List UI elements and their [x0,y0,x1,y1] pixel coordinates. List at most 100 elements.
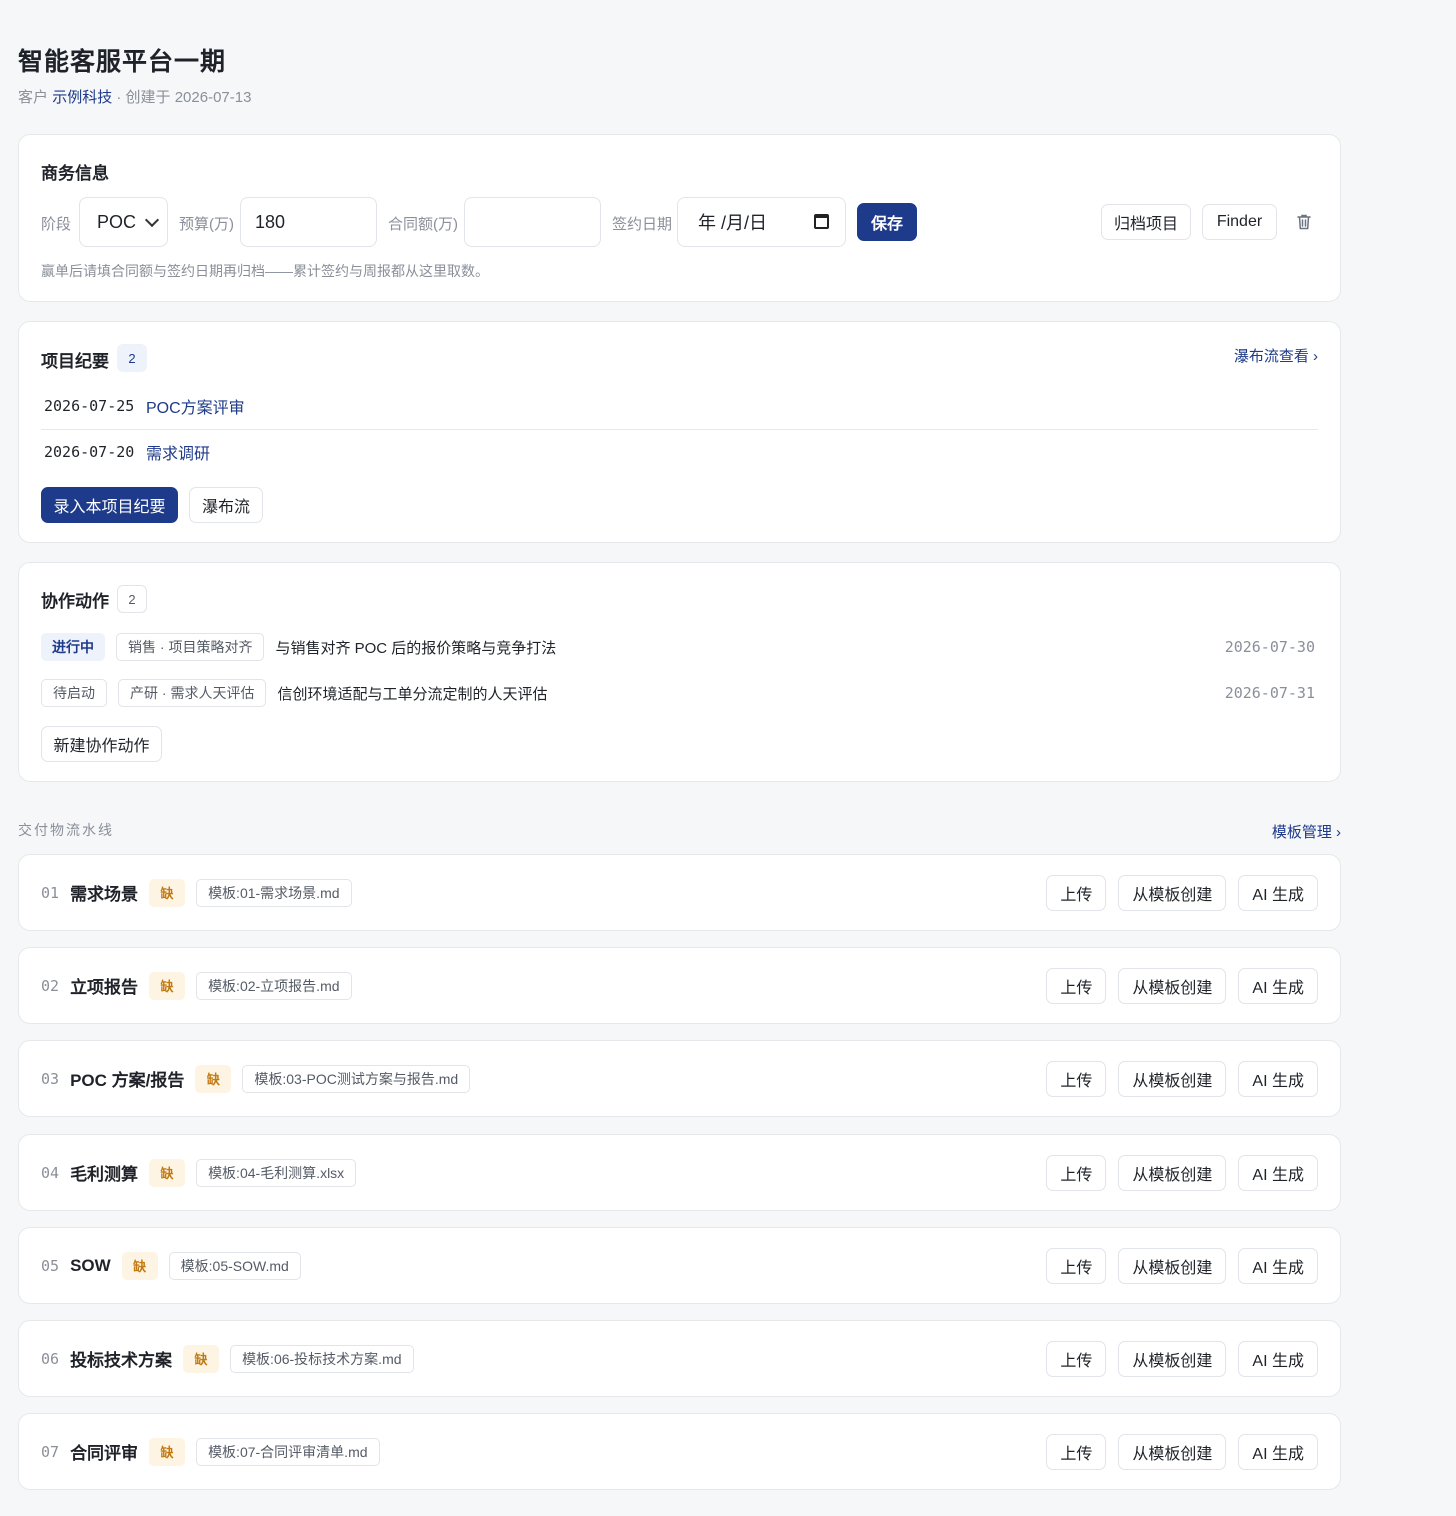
new-action-button[interactable]: 新建协作动作 [41,726,162,762]
contract-amount-input[interactable] [464,197,601,247]
create-from-template-button[interactable]: 从模板创建 [1118,1434,1227,1470]
save-button[interactable]: 保存 [857,203,917,241]
stage-name: SOW [70,1255,111,1275]
template-tag[interactable]: 模板:07-合同评审清单.md [196,1437,380,1466]
stage-name: 合同评审 [70,1444,139,1463]
ai-generate-button[interactable]: AI 生成 [1238,875,1318,911]
ai-generate-button[interactable]: AI 生成 [1238,1155,1318,1191]
action-text: 信创环境适配与工单分流定制的人天评估 [277,685,548,703]
stage-number: 01 [41,883,60,902]
stage-name: POC 方案/报告 [70,1071,185,1090]
waterfall-view-link[interactable]: 瀑布流查看 › [1234,345,1318,366]
stage-actions: 上传 从模板创建 AI 生成 [1046,1434,1318,1470]
stage-number: 02 [41,976,60,995]
action-item[interactable]: 进行中 销售 · 项目策略对齐 与销售对齐 POC 后的报价策略与竞争打法 20… [41,632,1315,662]
ai-generate-button[interactable]: AI 生成 [1238,1434,1318,1470]
customer-prefix: 客户 [18,89,49,106]
finder-button[interactable]: Finder [1202,204,1277,240]
template-tag[interactable]: 模板:01-需求场景.md [196,878,352,907]
create-from-template-button[interactable]: 从模板创建 [1118,1061,1227,1097]
missing-badge: 缺 [149,971,186,1000]
budget-label: 预算(万) [179,216,234,233]
missing-badge: 缺 [149,1437,186,1466]
actions-title: 协作动作 [41,592,109,611]
actions-count-badge: 2 [117,585,147,613]
ai-generate-button[interactable]: AI 生成 [1238,968,1318,1004]
minutes-count-badge: 2 [117,344,147,372]
create-from-template-button[interactable]: 从模板创建 [1118,1155,1227,1191]
ai-generate-button[interactable]: AI 生成 [1238,1061,1318,1097]
upload-button[interactable]: 上传 [1046,875,1107,911]
waterfall-button[interactable]: 瀑布流 [189,487,263,523]
budget-value: 180 [255,211,286,232]
minute-date: 2026-07-25 [44,397,135,415]
missing-badge: 缺 [149,878,186,907]
stage-select[interactable]: POC [79,197,168,247]
sign-date-label: 签约日期 [612,216,673,233]
stage-name: 需求场景 [70,885,139,904]
missing-badge: 缺 [121,1251,158,1280]
create-from-template-button[interactable]: 从模板创建 [1118,1248,1227,1284]
stage-number: 07 [41,1442,60,1461]
missing-badge: 缺 [183,1344,220,1373]
template-tag[interactable]: 模板:02-立项报告.md [196,971,352,1000]
stage-card: 03 POC 方案/报告 缺 模板:03-POC测试方案与报告.md 上传 从模… [18,1040,1341,1117]
contract-label: 合同额(万) [388,216,458,233]
upload-button[interactable]: 上传 [1046,1155,1107,1191]
template-tag[interactable]: 模板:03-POC测试方案与报告.md [242,1064,471,1093]
stage-card: 07 合同评审 缺 模板:07-合同评审清单.md 上传 从模板创建 AI 生成 [18,1413,1341,1490]
stage-actions: 上传 从模板创建 AI 生成 [1046,1248,1318,1284]
trash-icon [1297,214,1311,230]
template-tag[interactable]: 模板:04-毛利测算.xlsx [196,1158,357,1187]
template-tag[interactable]: 模板:06-投标技术方案.md [230,1344,414,1373]
status-badge: 待启动 [41,679,107,707]
created-date: · 创建于 2026-07-13 [116,89,252,106]
minute-title-link[interactable]: 需求调研 [146,440,210,464]
stage-actions: 上传 从模板创建 AI 生成 [1046,968,1318,1004]
sign-date-placeholder: 年 /月/日 [698,213,768,233]
stage-actions: 上传 从模板创建 AI 生成 [1046,1061,1318,1097]
sign-date-input[interactable]: 年 /月/日 [677,197,846,247]
create-from-template-button[interactable]: 从模板创建 [1118,875,1227,911]
stage-actions: 上传 从模板创建 AI 生成 [1046,875,1318,911]
action-item[interactable]: 待启动 产研 · 需求人天评估 信创环境适配与工单分流定制的人天评估 2026-… [41,678,1315,708]
upload-button[interactable]: 上传 [1046,1434,1107,1470]
add-minutes-button[interactable]: 录入本项目纪要 [41,487,178,523]
stage-card: 04 毛利测算 缺 模板:04-毛利测算.xlsx 上传 从模板创建 AI 生成 [18,1134,1341,1211]
archive-project-button[interactable]: 归档项目 [1101,204,1191,240]
create-from-template-button[interactable]: 从模板创建 [1118,1341,1227,1377]
template-management-link[interactable]: 模板管理 › [1272,821,1341,842]
minute-item[interactable]: 2026-07-20 需求调研 [44,430,1318,474]
template-tag[interactable]: 模板:05-SOW.md [168,1251,301,1280]
status-badge: 进行中 [41,633,105,661]
minutes-title: 项目纪要 [41,352,109,371]
action-due-date: 2026-07-31 [1224,684,1315,702]
stage-card: 01 需求场景 缺 模板:01-需求场景.md 上传 从模板创建 AI 生成 [18,854,1341,931]
actions-card: 协作动作 2 进行中 销售 · 项目策略对齐 与销售对齐 POC 后的报价策略与… [18,562,1341,782]
archive-hint: 赢单后请填合同额与签约日期再归档——累计签约与周报都从这里取数。 [41,263,489,279]
create-from-template-button[interactable]: 从模板创建 [1118,968,1227,1004]
minute-title-link[interactable]: POC方案评审 [146,394,245,418]
stage-number: 03 [41,1069,60,1088]
stage-actions: 上传 从模板创建 AI 生成 [1046,1155,1318,1191]
stage-card: 02 立项报告 缺 模板:02-立项报告.md 上传 从模板创建 AI 生成 [18,947,1341,1024]
business-info-title: 商务信息 [41,164,109,183]
minute-item[interactable]: 2026-07-25 POC方案评审 [44,384,1318,428]
stage-name: 投标技术方案 [70,1351,173,1370]
stage-number: 06 [41,1349,60,1368]
stage-card: 06 投标技术方案 缺 模板:06-投标技术方案.md 上传 从模板创建 AI … [18,1320,1341,1397]
upload-button[interactable]: 上传 [1046,1248,1107,1284]
ai-generate-button[interactable]: AI 生成 [1238,1341,1318,1377]
upload-button[interactable]: 上传 [1046,968,1107,1004]
delete-button[interactable] [1293,211,1315,233]
calendar-icon[interactable] [814,214,829,229]
budget-input[interactable]: 180 [240,197,377,247]
pipeline-section-label: 交付物流水线 [18,822,114,838]
ai-generate-button[interactable]: AI 生成 [1238,1248,1318,1284]
business-info-card: 商务信息 阶段 POC 预算(万) 180 合同额(万) 签约日期 年 /月/日… [18,134,1341,302]
stage-name: 毛利测算 [70,1165,139,1184]
upload-button[interactable]: 上传 [1046,1061,1107,1097]
upload-button[interactable]: 上传 [1046,1341,1107,1377]
customer-link[interactable]: 示例科技 [52,89,112,106]
stage-label: 阶段 [41,216,72,233]
